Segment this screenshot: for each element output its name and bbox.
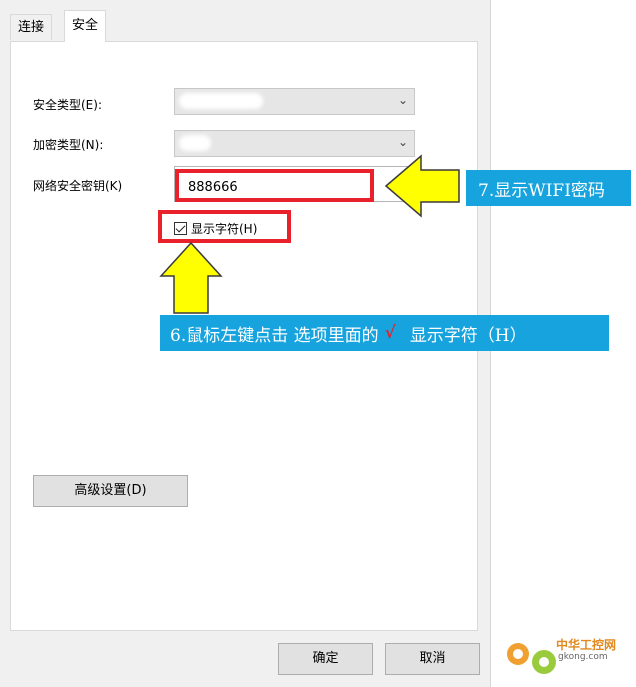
checkbox-highlight-box xyxy=(158,210,291,243)
advanced-settings-button[interactable]: 高级设置(D) xyxy=(33,475,188,507)
watermark-title: 中华工控网 xyxy=(556,638,617,652)
checkmark-icon: √ xyxy=(384,323,396,343)
cancel-button[interactable]: 取消 xyxy=(385,643,480,675)
step7-callout: 7.显示WIFI密码 xyxy=(466,170,631,206)
tab-security[interactable]: 安全 xyxy=(64,10,107,42)
encryption-type-dropdown[interactable]: ⌄ xyxy=(174,130,415,157)
ok-button[interactable]: 确定 xyxy=(278,643,373,675)
tab-strip: 连接 安全 xyxy=(0,0,490,42)
step6-prefix: 6.鼠标左键点击 选项里面的 xyxy=(170,325,379,346)
left-arrow-icon xyxy=(384,154,460,218)
up-arrow-icon xyxy=(159,241,223,314)
step7-text: 7.显示WIFI密码 xyxy=(478,180,605,201)
step6-callout: 6.鼠标左键点击 选项里面的 √ 显示字符（H） xyxy=(160,315,609,351)
step6-suffix: 显示字符（H） xyxy=(409,325,527,346)
password-highlight-box xyxy=(175,169,374,202)
watermark-url: gkong.com xyxy=(558,652,608,662)
encryption-type-label: 加密类型(N): xyxy=(33,138,104,152)
network-key-label: 网络安全密钥(K) xyxy=(33,179,123,193)
security-type-dropdown[interactable]: ⌄ xyxy=(174,88,415,115)
redacted-value xyxy=(179,135,211,151)
redacted-value xyxy=(179,93,263,109)
security-type-label: 安全类型(E): xyxy=(33,98,102,112)
chevron-down-icon: ⌄ xyxy=(397,135,408,149)
chevron-down-icon: ⌄ xyxy=(397,93,408,107)
tab-connection[interactable]: 连接 xyxy=(10,14,53,40)
